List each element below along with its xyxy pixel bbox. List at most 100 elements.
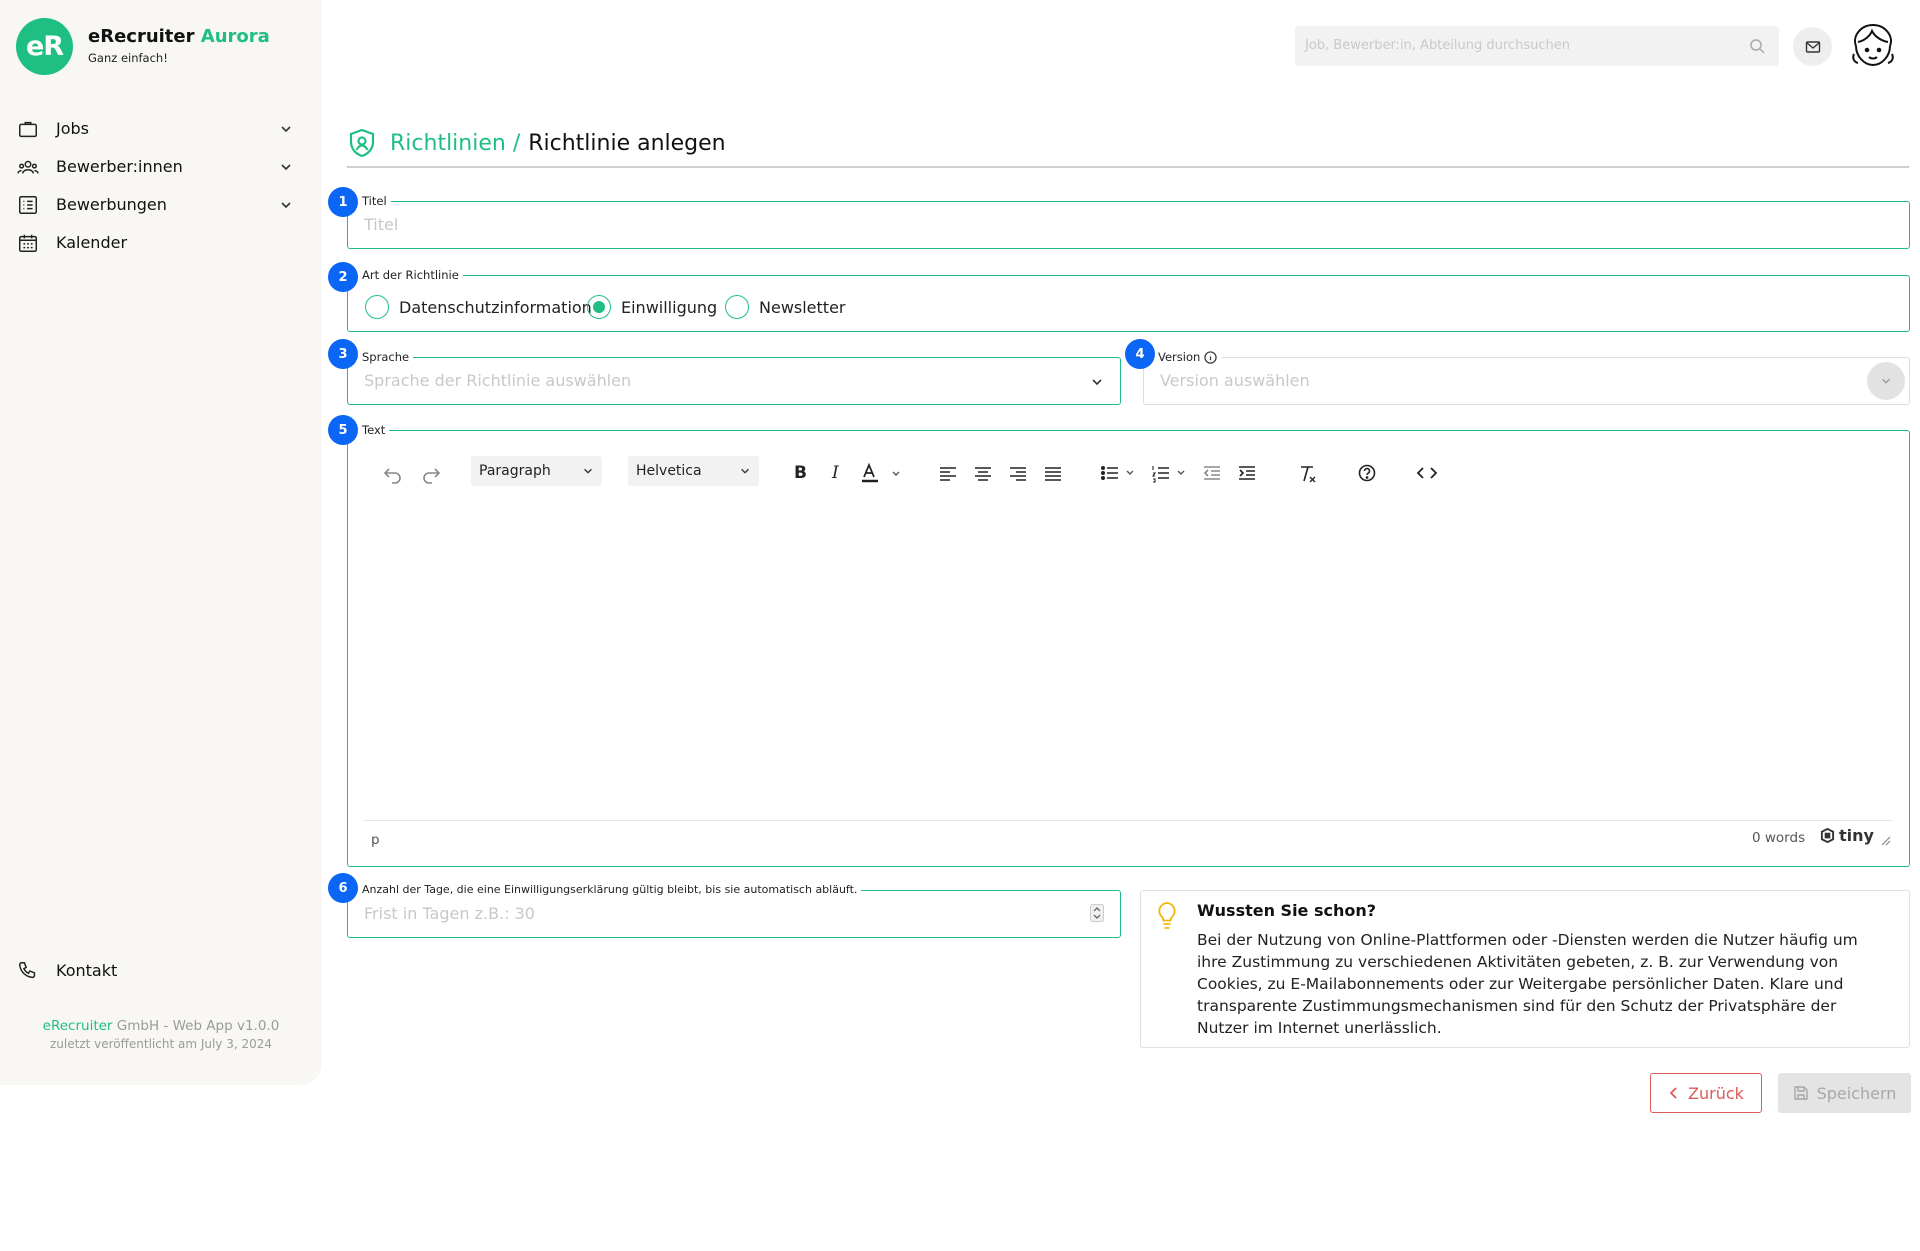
language-select[interactable]: Sprache Sprache der Richtlinie auswählen bbox=[347, 349, 1121, 405]
version-select[interactable]: Version Version auswählen bbox=[1143, 349, 1910, 405]
radio-einwilligung[interactable]: Einwilligung bbox=[587, 295, 717, 319]
heading-divider bbox=[347, 166, 1909, 168]
save-button[interactable]: Speichern bbox=[1778, 1073, 1911, 1113]
block-format-dropdown[interactable]: Paragraph bbox=[471, 456, 602, 486]
source-code-icon[interactable] bbox=[1416, 458, 1438, 488]
info-icon[interactable] bbox=[1204, 350, 1217, 364]
user-avatar[interactable] bbox=[1848, 20, 1898, 70]
outdent-icon[interactable] bbox=[1202, 458, 1224, 488]
search-icon[interactable] bbox=[1749, 38, 1765, 54]
sidebar-item-jobs[interactable]: Jobs bbox=[0, 112, 322, 146]
expiry-days-input[interactable]: Frist in Tagen z.B.: 30 bbox=[364, 904, 535, 923]
step-badge: 5 bbox=[328, 415, 358, 445]
sidebar-item-label: Bewerber:innen bbox=[56, 157, 183, 176]
redo-icon[interactable] bbox=[420, 458, 442, 488]
radio-label: Einwilligung bbox=[621, 297, 718, 317]
radio-button[interactable] bbox=[725, 295, 749, 319]
radio-newsletter[interactable]: Newsletter bbox=[725, 295, 846, 319]
sidebar-item-label: Jobs bbox=[56, 119, 89, 138]
align-justify-icon[interactable] bbox=[1043, 458, 1063, 488]
sidebar-item-applicants[interactable]: Bewerber:innen bbox=[0, 150, 322, 184]
chevron-down-icon bbox=[584, 468, 592, 474]
calendar-icon bbox=[19, 234, 37, 252]
font-family-value: Helvetica bbox=[636, 463, 702, 479]
language-placeholder: Sprache der Richtlinie auswählen bbox=[364, 371, 632, 390]
list-icon bbox=[19, 196, 37, 214]
chevron-down-icon[interactable] bbox=[279, 122, 293, 136]
text-editor[interactable]: Text bbox=[347, 422, 1910, 867]
number-stepper-icon[interactable] bbox=[1090, 904, 1104, 922]
clear-formatting-icon[interactable] bbox=[1297, 458, 1319, 488]
undo-icon[interactable] bbox=[382, 458, 404, 488]
editor-statusbar-divider bbox=[363, 820, 1893, 821]
step-badge: 2 bbox=[328, 262, 358, 292]
back-button[interactable]: Zurück bbox=[1650, 1073, 1762, 1113]
sidebar-item-label: Bewerbungen bbox=[56, 195, 167, 214]
sidebar: eR eRecruiter Aurora Ganz einfach! Jobs … bbox=[0, 0, 322, 1085]
shield-icon bbox=[349, 128, 375, 158]
global-search[interactable]: Job, Bewerber:in, Abteilung durchsuchen bbox=[1295, 26, 1779, 66]
chevron-down-icon bbox=[741, 468, 749, 474]
mail-icon bbox=[1805, 40, 1820, 53]
chevron-left-icon bbox=[1669, 1087, 1677, 1099]
briefcase-icon bbox=[19, 121, 37, 138]
font-family-dropdown[interactable]: Helvetica bbox=[628, 456, 759, 486]
sidebar-item-label: Kontakt bbox=[56, 961, 118, 980]
editor-element-path[interactable]: p bbox=[371, 832, 380, 848]
radio-datenschutzinformation[interactable]: Datenschutzinformation bbox=[365, 295, 592, 319]
radio-button-checked[interactable] bbox=[587, 295, 611, 319]
lightbulb-icon bbox=[1158, 902, 1176, 929]
bullet-list-icon[interactable] bbox=[1100, 458, 1144, 488]
step-badge: 6 bbox=[328, 873, 358, 903]
step-badge: 3 bbox=[328, 339, 358, 369]
align-center-icon[interactable] bbox=[973, 458, 993, 488]
version-label-text: Version bbox=[1158, 350, 1201, 364]
chevron-down-icon[interactable] bbox=[279, 198, 293, 212]
policy-type-field: Art der Richtlinie Datenschutzinformatio… bbox=[347, 267, 1910, 332]
radio-button[interactable] bbox=[365, 295, 389, 319]
page-title: Richtlinie anlegen bbox=[528, 130, 726, 156]
tiny-logo[interactable]: tiny bbox=[1820, 826, 1874, 845]
brand-name: eRecruiter Aurora bbox=[88, 26, 270, 47]
version-text: GmbH - Web App v1.0.0 bbox=[112, 1018, 280, 1034]
word-count[interactable]: 0 words bbox=[1752, 830, 1805, 846]
brand-logo[interactable]: eR bbox=[16, 18, 73, 75]
save-icon bbox=[1793, 1086, 1808, 1100]
sidebar-item-contact[interactable]: Kontakt bbox=[0, 954, 322, 988]
tip-title: Wussten Sie schon? bbox=[1197, 901, 1377, 920]
indent-icon[interactable] bbox=[1237, 458, 1259, 488]
block-format-value: Paragraph bbox=[479, 463, 551, 479]
version-label: Version bbox=[1154, 349, 1222, 365]
help-icon[interactable] bbox=[1356, 458, 1378, 488]
align-left-icon[interactable] bbox=[938, 458, 958, 488]
version-dropdown-button[interactable] bbox=[1867, 362, 1905, 400]
align-right-icon[interactable] bbox=[1008, 458, 1028, 488]
brand-name-accent: Aurora bbox=[200, 26, 270, 47]
numbered-list-icon[interactable] bbox=[1151, 458, 1195, 488]
resize-handle-icon[interactable] bbox=[1881, 836, 1891, 846]
breadcrumb[interactable]: Richtlinien / bbox=[390, 131, 520, 156]
title-label: Titel bbox=[358, 193, 391, 209]
publish-date: zuletzt veröffentlicht am July 3, 2024 bbox=[49, 1037, 273, 1051]
chevron-down-icon[interactable] bbox=[279, 160, 293, 174]
text-color-icon[interactable] bbox=[860, 458, 906, 488]
title-field[interactable]: Titel Titel bbox=[347, 193, 1910, 249]
title-input[interactable]: Titel bbox=[364, 215, 398, 234]
italic-icon[interactable]: I bbox=[832, 458, 839, 488]
language-label: Sprache bbox=[358, 349, 414, 365]
back-button-label: Zurück bbox=[1688, 1083, 1744, 1103]
search-input[interactable]: Job, Bewerber:in, Abteilung durchsuchen bbox=[1305, 38, 1570, 53]
radio-label: Datenschutzinformation bbox=[399, 297, 592, 317]
sidebar-item-applications[interactable]: Bewerbungen bbox=[0, 188, 322, 222]
chevron-down-icon[interactable] bbox=[1090, 375, 1104, 389]
expiry-days-field[interactable]: Anzahl der Tage, die eine Einwilligungse… bbox=[347, 882, 1121, 938]
tip-body: Bei der Nutzung von Online-Plattformen o… bbox=[1197, 931, 1858, 1037]
tiny-logo-icon bbox=[1820, 828, 1835, 843]
step-badge: 4 bbox=[1125, 339, 1155, 369]
policy-type-label: Art der Richtlinie bbox=[358, 267, 463, 283]
messages-button[interactable] bbox=[1793, 27, 1832, 66]
sidebar-item-calendar[interactable]: Kalender bbox=[0, 226, 322, 260]
info-tip-box: Wussten Sie schon? Bei der Nutzung von O… bbox=[1140, 890, 1910, 1048]
tiny-logo-text: tiny bbox=[1839, 826, 1874, 845]
bold-icon[interactable]: B bbox=[794, 458, 807, 488]
